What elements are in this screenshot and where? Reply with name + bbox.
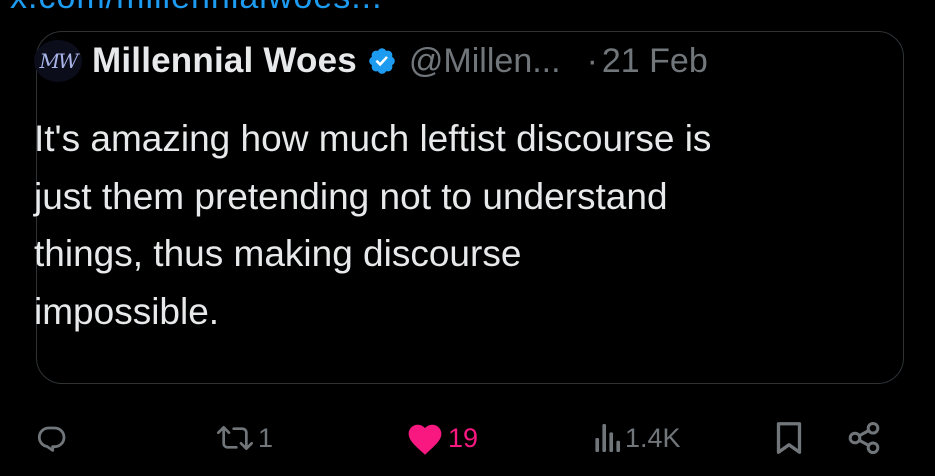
views-icon	[595, 424, 621, 452]
separator-dot: ·	[586, 41, 598, 80]
like-count: 19	[448, 422, 479, 453]
views-count: 1.4K	[625, 422, 681, 453]
previous-tweet-link[interactable]: x.com/millennialwoes...	[10, 0, 383, 17]
tweet-date[interactable]: 21 Feb	[602, 42, 708, 81]
retweet-button[interactable]: 1	[215, 414, 273, 462]
share-button[interactable]	[846, 414, 882, 462]
retweet-icon	[217, 426, 253, 450]
user-handle[interactable]: @Millen...	[409, 42, 561, 81]
share-icon	[848, 421, 880, 455]
reply-button[interactable]	[36, 414, 68, 462]
like-button[interactable]: 19	[405, 414, 478, 462]
quoted-tweet-header: MW Millennial Woes @Millen... · 21 Feb	[34, 40, 854, 82]
reply-icon	[37, 426, 66, 452]
quoted-tweet-text: It's amazing how much leftist discourse …	[34, 118, 712, 332]
bookmark-button[interactable]	[774, 414, 804, 462]
verified-badge-icon	[369, 48, 395, 74]
retweet-count: 1	[258, 422, 274, 453]
heart-icon	[408, 424, 442, 455]
display-name[interactable]: Millennial Woes	[92, 41, 357, 81]
avatar[interactable]: MW	[34, 40, 82, 82]
views-button[interactable]: 1.4K	[594, 414, 681, 462]
avatar-monogram: MW	[39, 49, 78, 73]
bookmark-icon	[776, 422, 802, 454]
tweet-action-bar: 1 19 1.4K	[0, 414, 935, 462]
